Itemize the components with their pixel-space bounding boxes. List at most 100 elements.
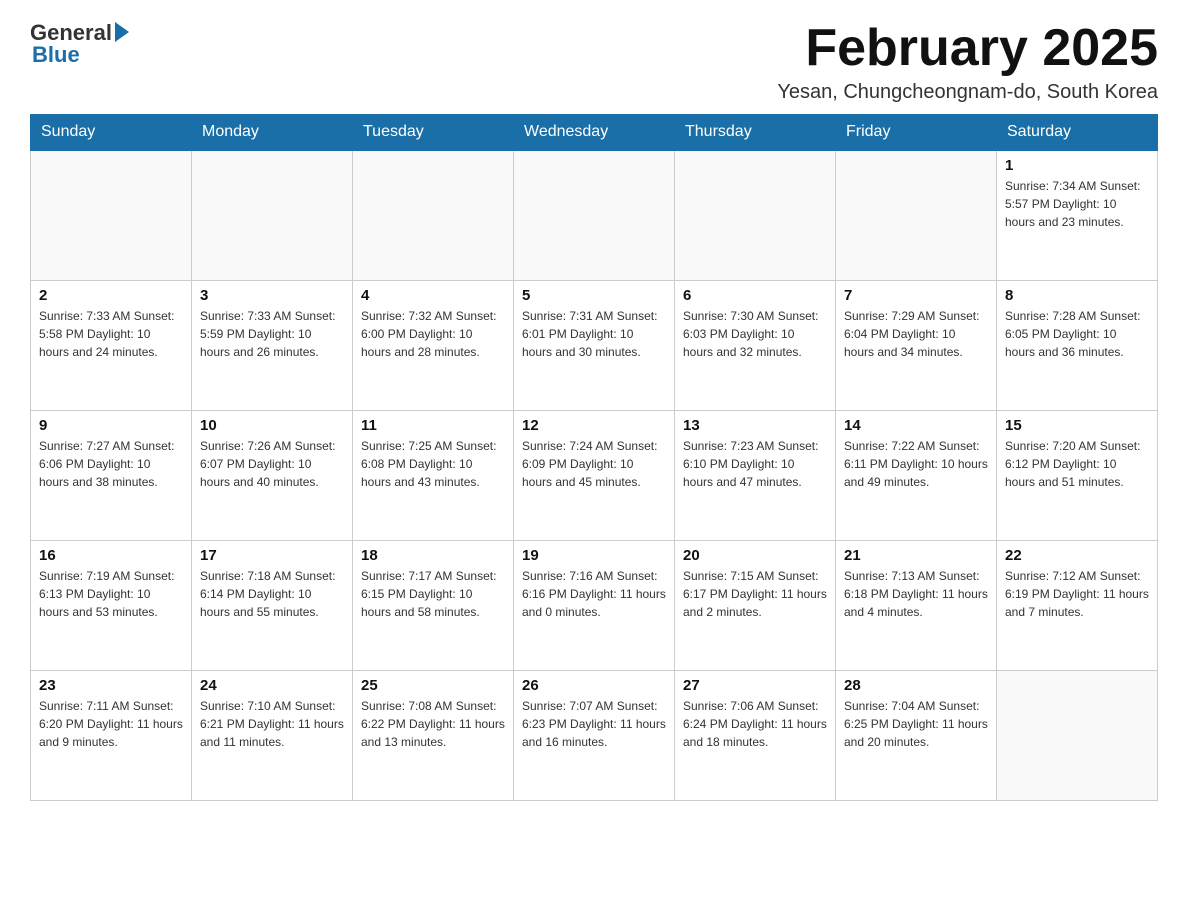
day-info: Sunrise: 7:33 AM Sunset: 5:59 PM Dayligh… <box>200 307 344 361</box>
day-number: 11 <box>361 417 505 434</box>
calendar-header-friday: Friday <box>836 115 997 151</box>
month-title: February 2025 <box>777 20 1158 77</box>
calendar-cell: 21 Sunrise: 7:13 AM Sunset: 6:18 PM Dayli… <box>836 540 997 670</box>
calendar-cell: 6Sunrise: 7:30 AM Sunset: 6:03 PM Daylig… <box>675 280 836 410</box>
day-info: Sunrise: 7:13 AM Sunset: 6:18 PM Dayligh… <box>844 567 988 621</box>
calendar-cell: 24 Sunrise: 7:10 AM Sunset: 6:21 PM Dayli… <box>192 670 353 800</box>
day-number: 15 <box>1005 417 1149 434</box>
day-number: 19 <box>522 547 666 564</box>
day-number: 13 <box>683 417 827 434</box>
day-number: 2 <box>39 287 183 304</box>
day-info: Sunrise: 7:29 AM Sunset: 6:04 PM Dayligh… <box>844 307 988 361</box>
page-header: General Blue February 2025 Yesan, Chungc… <box>30 20 1158 104</box>
calendar-cell: 22 Sunrise: 7:12 AM Sunset: 6:19 PM Dayli… <box>997 540 1158 670</box>
day-info: Sunrise: 7:17 AM Sunset: 6:15 PM Dayligh… <box>361 567 505 621</box>
day-number: 18 <box>361 547 505 564</box>
calendar-cell: 26 Sunrise: 7:07 AM Sunset: 6:23 PM Dayli… <box>514 670 675 800</box>
calendar-cell: 5Sunrise: 7:31 AM Sunset: 6:01 PM Daylig… <box>514 280 675 410</box>
day-info: Sunrise: 7:22 AM Sunset: 6:11 PM Dayligh… <box>844 437 988 491</box>
calendar-cell: 2 Sunrise: 7:33 AM Sunset: 5:58 PM Daylig… <box>31 280 192 410</box>
day-info: Sunrise: 7:28 AM Sunset: 6:05 PM Dayligh… <box>1005 307 1149 361</box>
day-number: 27 <box>683 677 827 694</box>
day-info: Sunrise: 7:10 AM Sunset: 6:21 PM Dayligh… <box>200 697 344 751</box>
day-info: Sunrise: 7:19 AM Sunset: 6:13 PM Dayligh… <box>39 567 183 621</box>
day-info: Sunrise: 7:12 AM Sunset: 6:19 PM Dayligh… <box>1005 567 1149 621</box>
day-number: 23 <box>39 677 183 694</box>
day-number: 8 <box>1005 287 1149 304</box>
calendar-cell: 14 Sunrise: 7:22 AM Sunset: 6:11 PM Dayli… <box>836 410 997 540</box>
day-number: 12 <box>522 417 666 434</box>
day-info: Sunrise: 7:18 AM Sunset: 6:14 PM Dayligh… <box>200 567 344 621</box>
day-number: 14 <box>844 417 988 434</box>
logo: General Blue <box>30 20 129 68</box>
day-number: 10 <box>200 417 344 434</box>
day-info: Sunrise: 7:26 AM Sunset: 6:07 PM Dayligh… <box>200 437 344 491</box>
calendar-cell: 3 Sunrise: 7:33 AM Sunset: 5:59 PM Daylig… <box>192 280 353 410</box>
day-info: Sunrise: 7:16 AM Sunset: 6:16 PM Dayligh… <box>522 567 666 621</box>
calendar-cell <box>836 150 997 280</box>
location-text: Yesan, Chungcheongnam-do, South Korea <box>777 81 1158 104</box>
day-info: Sunrise: 7:34 AM Sunset: 5:57 PM Dayligh… <box>1005 177 1149 231</box>
day-info: Sunrise: 7:25 AM Sunset: 6:08 PM Dayligh… <box>361 437 505 491</box>
calendar-cell: 8 Sunrise: 7:28 AM Sunset: 6:05 PM Daylig… <box>997 280 1158 410</box>
title-section: February 2025 Yesan, Chungcheongnam-do, … <box>777 20 1158 104</box>
day-number: 5 <box>522 287 666 304</box>
day-info: Sunrise: 7:15 AM Sunset: 6:17 PM Dayligh… <box>683 567 827 621</box>
calendar-cell <box>675 150 836 280</box>
calendar-week-row: 2 Sunrise: 7:33 AM Sunset: 5:58 PM Daylig… <box>31 280 1158 410</box>
day-info: Sunrise: 7:08 AM Sunset: 6:22 PM Dayligh… <box>361 697 505 751</box>
calendar-cell: 7Sunrise: 7:29 AM Sunset: 6:04 PM Daylig… <box>836 280 997 410</box>
calendar-cell: 27 Sunrise: 7:06 AM Sunset: 6:24 PM Dayli… <box>675 670 836 800</box>
day-info: Sunrise: 7:27 AM Sunset: 6:06 PM Dayligh… <box>39 437 183 491</box>
day-info: Sunrise: 7:32 AM Sunset: 6:00 PM Dayligh… <box>361 307 505 361</box>
day-number: 28 <box>844 677 988 694</box>
day-info: Sunrise: 7:04 AM Sunset: 6:25 PM Dayligh… <box>844 697 988 751</box>
calendar-table: SundayMondayTuesdayWednesdayThursdayFrid… <box>30 114 1158 801</box>
day-info: Sunrise: 7:06 AM Sunset: 6:24 PM Dayligh… <box>683 697 827 751</box>
calendar-cell: 28 Sunrise: 7:04 AM Sunset: 6:25 PM Dayli… <box>836 670 997 800</box>
day-info: Sunrise: 7:24 AM Sunset: 6:09 PM Dayligh… <box>522 437 666 491</box>
day-number: 21 <box>844 547 988 564</box>
day-info: Sunrise: 7:30 AM Sunset: 6:03 PM Dayligh… <box>683 307 827 361</box>
calendar-cell <box>997 670 1158 800</box>
day-number: 20 <box>683 547 827 564</box>
calendar-cell: 10 Sunrise: 7:26 AM Sunset: 6:07 PM Dayli… <box>192 410 353 540</box>
day-info: Sunrise: 7:11 AM Sunset: 6:20 PM Dayligh… <box>39 697 183 751</box>
logo-blue-text: Blue <box>32 42 80 68</box>
calendar-header-sunday: Sunday <box>31 115 192 151</box>
calendar-header-saturday: Saturday <box>997 115 1158 151</box>
calendar-cell <box>353 150 514 280</box>
day-number: 26 <box>522 677 666 694</box>
day-number: 25 <box>361 677 505 694</box>
day-number: 22 <box>1005 547 1149 564</box>
day-number: 1 <box>1005 157 1149 174</box>
calendar-cell <box>31 150 192 280</box>
day-info: Sunrise: 7:07 AM Sunset: 6:23 PM Dayligh… <box>522 697 666 751</box>
calendar-header-wednesday: Wednesday <box>514 115 675 151</box>
calendar-cell: 19 Sunrise: 7:16 AM Sunset: 6:16 PM Dayli… <box>514 540 675 670</box>
calendar-cell: 16 Sunrise: 7:19 AM Sunset: 6:13 PM Dayli… <box>31 540 192 670</box>
calendar-cell: 25 Sunrise: 7:08 AM Sunset: 6:22 PM Dayli… <box>353 670 514 800</box>
calendar-cell: 15 Sunrise: 7:20 AM Sunset: 6:12 PM Dayli… <box>997 410 1158 540</box>
day-number: 3 <box>200 287 344 304</box>
day-number: 9 <box>39 417 183 434</box>
calendar-week-row: 9 Sunrise: 7:27 AM Sunset: 6:06 PM Daylig… <box>31 410 1158 540</box>
calendar-header-tuesday: Tuesday <box>353 115 514 151</box>
day-number: 16 <box>39 547 183 564</box>
day-number: 4 <box>361 287 505 304</box>
day-info: Sunrise: 7:23 AM Sunset: 6:10 PM Dayligh… <box>683 437 827 491</box>
calendar-cell <box>514 150 675 280</box>
day-number: 17 <box>200 547 344 564</box>
calendar-cell: 1 Sunrise: 7:34 AM Sunset: 5:57 PM Daylig… <box>997 150 1158 280</box>
calendar-cell: 18 Sunrise: 7:17 AM Sunset: 6:15 PM Dayli… <box>353 540 514 670</box>
logo-arrow-icon <box>115 22 129 42</box>
calendar-header-row: SundayMondayTuesdayWednesdayThursdayFrid… <box>31 115 1158 151</box>
calendar-cell: 4 Sunrise: 7:32 AM Sunset: 6:00 PM Daylig… <box>353 280 514 410</box>
calendar-cell <box>192 150 353 280</box>
day-number: 24 <box>200 677 344 694</box>
calendar-cell: 17 Sunrise: 7:18 AM Sunset: 6:14 PM Dayli… <box>192 540 353 670</box>
day-info: Sunrise: 7:33 AM Sunset: 5:58 PM Dayligh… <box>39 307 183 361</box>
calendar-cell: 20 Sunrise: 7:15 AM Sunset: 6:17 PM Dayli… <box>675 540 836 670</box>
day-info: Sunrise: 7:20 AM Sunset: 6:12 PM Dayligh… <box>1005 437 1149 491</box>
calendar-week-row: 1 Sunrise: 7:34 AM Sunset: 5:57 PM Daylig… <box>31 150 1158 280</box>
